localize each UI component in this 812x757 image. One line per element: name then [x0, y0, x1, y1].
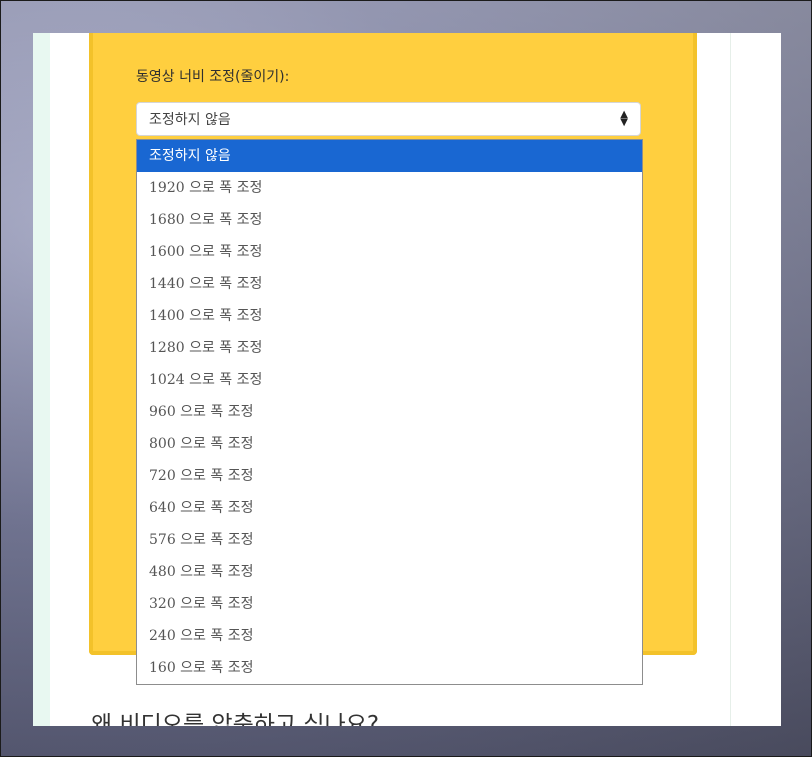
dropdown-option[interactable]: 1600 으로 폭 조정 [137, 236, 642, 268]
dropdown-option[interactable]: 1400 으로 폭 조정 [137, 300, 642, 332]
dropdown-option[interactable]: 1680 으로 폭 조정 [137, 204, 642, 236]
dropdown-option[interactable]: 320 으로 폭 조정 [137, 588, 642, 620]
web-page: 동영상 너비 조정(줄이기): 조정하지 않음 ▲ ▼ 조정하지 않음 1920 으… [33, 33, 781, 726]
dropdown-option[interactable]: 576 으로 폭 조정 [137, 524, 642, 556]
screenshot-frame: 동영상 너비 조정(줄이기): 조정하지 않음 ▲ ▼ 조정하지 않음 1920 으… [0, 0, 812, 757]
content-right-border [730, 33, 731, 726]
dropdown-option[interactable]: 160 으로 폭 조정 [137, 652, 642, 684]
video-width-label: 동영상 너비 조정(줄이기): [136, 69, 290, 85]
sort-arrows-icon: ▲ ▼ [620, 109, 628, 128]
dropdown-option[interactable]: 1280 으로 폭 조정 [137, 332, 642, 364]
dropdown-option[interactable]: 720 으로 폭 조정 [137, 460, 642, 492]
dropdown-option[interactable]: 800 으로 폭 조정 [137, 428, 642, 460]
select-current-value: 조정하지 않음 [149, 112, 231, 128]
dropdown-option[interactable]: 1440 으로 폭 조정 [137, 268, 642, 300]
left-background-strip [33, 33, 50, 726]
dropdown-option[interactable]: 조정하지 않음 [137, 140, 642, 172]
dropdown-option[interactable]: 960 으로 폭 조정 [137, 396, 642, 428]
dropdown-option[interactable]: 1920 으로 폭 조정 [137, 172, 642, 204]
dropdown-option[interactable]: 640 으로 폭 조정 [137, 492, 642, 524]
video-width-select[interactable]: 조정하지 않음 ▲ ▼ [136, 102, 641, 136]
dropdown-option[interactable]: 480 으로 폭 조정 [137, 556, 642, 588]
dropdown-option[interactable]: 240 으로 폭 조정 [137, 620, 642, 652]
video-width-options-list[interactable]: 조정하지 않음 1920 으로 폭 조정 1680 으로 폭 조정 1600 으로 폭… [136, 139, 643, 685]
section-heading: 왜 비디오를 압축하고 싶나요? [91, 712, 380, 726]
dropdown-option[interactable]: 1024 으로 폭 조정 [137, 364, 642, 396]
